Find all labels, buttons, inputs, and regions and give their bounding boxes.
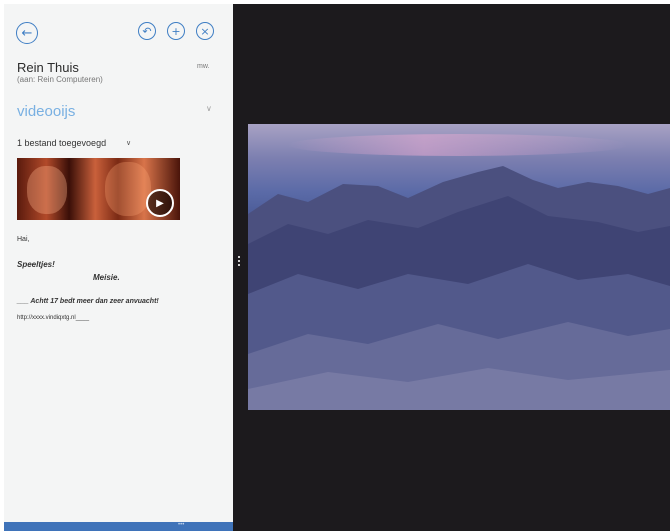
back-button[interactable]: ← [16,22,38,44]
app-bar[interactable]: ••• [4,522,233,531]
arrow-left-icon: ← [21,25,33,41]
mail-reading-pane: ← ↶ + × Rein Thuis (aan: Rein Computeren… [4,4,233,531]
message-body-line: Meisie. [93,273,120,282]
more-icon[interactable]: ••• [178,522,184,528]
message-body-line: Hai, [17,236,30,243]
play-icon[interactable]: ▶ [146,189,174,217]
message-link[interactable]: http://xxxx.vindiqxtg.nl____ [17,315,89,321]
message-body-line: ___ Achtt 17 bedt meer dan zeer anvuacht… [17,298,159,305]
delete-button[interactable]: × [196,22,214,40]
reply-button[interactable]: ↶ [138,22,156,40]
attachment-label[interactable]: 1 bestand toegevoegd [17,138,106,148]
split-handle-icon[interactable] [236,254,243,272]
recipient-line: (aan: Rein Computeren) [17,75,103,84]
reply-icon: ↶ [142,24,152,38]
close-icon: × [200,24,210,38]
message-body-line: Speeltjes! [17,260,55,269]
message-time: mw. [197,63,210,70]
sender-name[interactable]: Rein Thuis [17,60,79,75]
landscape-photo[interactable] [248,124,670,410]
chevron-down-icon[interactable]: ∨ [126,139,131,147]
chevron-down-icon[interactable]: ∨ [206,104,212,113]
photo-rocks [248,166,670,410]
message-subject: videooijs [17,103,76,120]
new-message-button[interactable]: + [167,22,185,40]
plus-icon: + [171,24,181,38]
